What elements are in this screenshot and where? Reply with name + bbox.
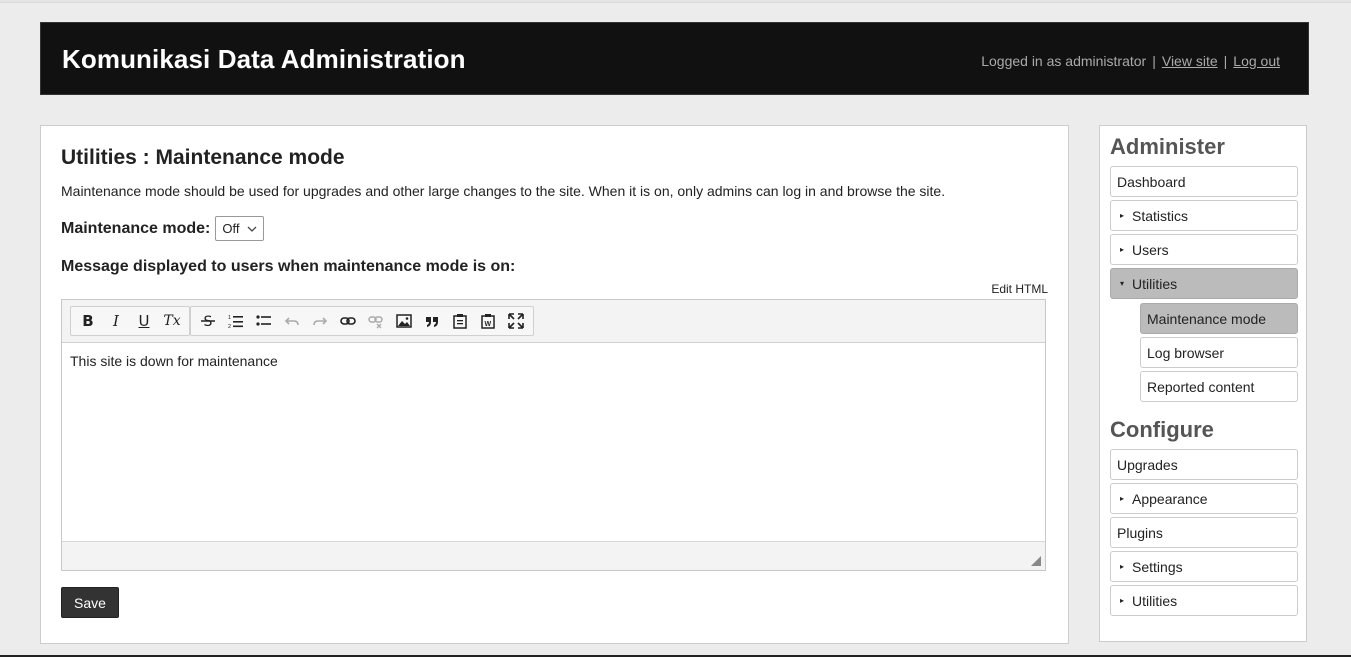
configure-heading: Configure	[1110, 417, 1214, 442]
sidebar-item-upgrades[interactable]: Upgrades	[1110, 449, 1298, 480]
resize-handle-icon[interactable]	[1031, 556, 1041, 566]
bold-button[interactable]: B	[74, 309, 102, 333]
paste-word-button[interactable]: W	[474, 309, 502, 333]
italic-icon: I	[113, 312, 119, 330]
sidebar-item-label: Settings	[1132, 558, 1183, 575]
svg-text:W: W	[485, 321, 492, 328]
view-site-link[interactable]: View site	[1162, 53, 1218, 69]
italic-button[interactable]: I	[102, 309, 130, 333]
logged-in-text: Logged in as administrator	[981, 53, 1147, 69]
fullscreen-button[interactable]	[502, 309, 530, 333]
expand-arrow-icon: ▸	[1120, 245, 1125, 254]
strikethrough-icon: S	[201, 314, 215, 329]
sidebar-item-utilities[interactable]: ▾ Utilities	[1110, 268, 1298, 299]
sidebar-item-plugins[interactable]: Plugins	[1110, 517, 1298, 548]
sidebar-subitem-reported-content[interactable]: Reported content	[1140, 371, 1298, 402]
blockquote-button[interactable]	[418, 309, 446, 333]
fullscreen-icon	[508, 313, 524, 329]
collapse-arrow-icon: ▾	[1120, 279, 1125, 288]
format-group: B I U Tx	[70, 306, 190, 336]
separator: |	[1152, 53, 1156, 69]
sidebar-item-users[interactable]: ▸ Users	[1110, 234, 1298, 265]
browser-top-edge	[0, 0, 1351, 3]
clipboard-icon	[453, 314, 467, 329]
log-out-link[interactable]: Log out	[1233, 53, 1280, 69]
unlink-button[interactable]	[362, 309, 390, 333]
expand-arrow-icon: ▸	[1120, 596, 1125, 605]
sidebar-subitem-log-browser[interactable]: Log browser	[1140, 337, 1298, 368]
sidebar-item-label: Utilities	[1132, 275, 1178, 292]
numbered-list-button[interactable]: 12	[222, 309, 250, 333]
page-title: Utilities : Maintenance mode	[61, 146, 345, 169]
sidebar-item-label: Statistics	[1132, 207, 1189, 224]
redo-icon	[313, 317, 328, 326]
sidebar-item-label: Upgrades	[1117, 456, 1178, 473]
expand-arrow-icon: ▸	[1120, 562, 1125, 571]
underline-button[interactable]: U	[130, 309, 158, 333]
numbered-list-icon: 12	[228, 315, 243, 329]
page-description: Maintenance mode should be used for upgr…	[61, 183, 946, 199]
editor-content-area[interactable]: This site is down for maintenance	[62, 343, 1045, 542]
clear-format-button[interactable]: Tx	[158, 309, 186, 333]
unlink-icon	[368, 316, 383, 329]
undo-button[interactable]	[278, 309, 306, 333]
undo-icon	[284, 317, 299, 326]
link-icon	[340, 317, 356, 325]
redo-button[interactable]	[306, 309, 334, 333]
sidebar-item-label: Appearance	[1132, 490, 1208, 507]
editor-content-text: This site is down for maintenance	[70, 353, 278, 369]
sidebar-item-settings[interactable]: ▸ Settings	[1110, 551, 1298, 582]
user-links: Logged in as administrator | View site | Log…	[981, 53, 1280, 69]
underline-icon: U	[138, 312, 150, 330]
bullet-list-icon	[256, 315, 271, 326]
edit-html-link[interactable]: Edit HTML	[991, 282, 1048, 296]
sidebar-subitem-maintenance-mode[interactable]: Maintenance mode	[1140, 303, 1298, 334]
save-button[interactable]: Save	[61, 587, 119, 618]
paste-word-icon: W	[481, 314, 495, 329]
paste-button[interactable]	[446, 309, 474, 333]
clear-format-icon: Tx	[163, 313, 181, 329]
message-label: Message displayed to users when maintena…	[61, 258, 516, 275]
strikethrough-button[interactable]: S	[194, 309, 222, 333]
svg-text:1: 1	[228, 315, 231, 321]
site-header: Komunikasi Data Administration Logged in…	[40, 22, 1309, 95]
main-panel: Utilities : Maintenance mode Maintenance…	[40, 125, 1069, 644]
sidebar-item-label: Reported content	[1147, 378, 1255, 395]
svg-text:2: 2	[228, 324, 231, 329]
image-icon	[396, 314, 412, 328]
sidebar-item-statistics[interactable]: ▸ Statistics	[1110, 200, 1298, 231]
sidebar-item-label: Plugins	[1117, 524, 1163, 541]
expand-arrow-icon: ▸	[1120, 211, 1125, 220]
maintenance-mode-label: Maintenance mode:	[61, 219, 211, 237]
sidebar-item-label: Maintenance mode	[1147, 310, 1267, 327]
sidebar-item-label: Users	[1132, 241, 1169, 258]
maintenance-mode-row: Maintenance mode: Off	[61, 216, 265, 241]
sidebar: Administer Dashboard ▸ Statistics ▸ User…	[1099, 125, 1307, 642]
rich-text-editor: B I U Tx S 12	[61, 299, 1046, 571]
administer-heading: Administer	[1110, 134, 1225, 159]
bullet-list-button[interactable]	[250, 309, 278, 333]
sidebar-item-label: Utilities	[1132, 592, 1178, 609]
expand-arrow-icon: ▸	[1120, 494, 1125, 503]
editor-statusbar	[62, 541, 1045, 570]
quote-icon	[426, 317, 438, 327]
separator: |	[1223, 53, 1228, 69]
sidebar-item-label: Log browser	[1147, 344, 1225, 361]
chevron-down-icon	[247, 226, 257, 232]
image-button[interactable]	[390, 309, 418, 333]
maintenance-mode-select[interactable]: Off	[215, 216, 265, 241]
sidebar-item-configure-utilities[interactable]: ▸ Utilities	[1110, 585, 1298, 616]
bold-icon: B	[82, 312, 94, 330]
sidebar-item-appearance[interactable]: ▸ Appearance	[1110, 483, 1298, 514]
sidebar-item-dashboard[interactable]: Dashboard	[1110, 166, 1298, 197]
sidebar-item-label: Dashboard	[1117, 173, 1186, 190]
editor-toolbar: B I U Tx S 12	[62, 300, 1045, 343]
maintenance-mode-value: Off	[222, 221, 240, 236]
link-button[interactable]	[334, 309, 362, 333]
insert-group: S 12	[190, 306, 534, 336]
site-title: Komunikasi Data Administration	[62, 44, 466, 74]
